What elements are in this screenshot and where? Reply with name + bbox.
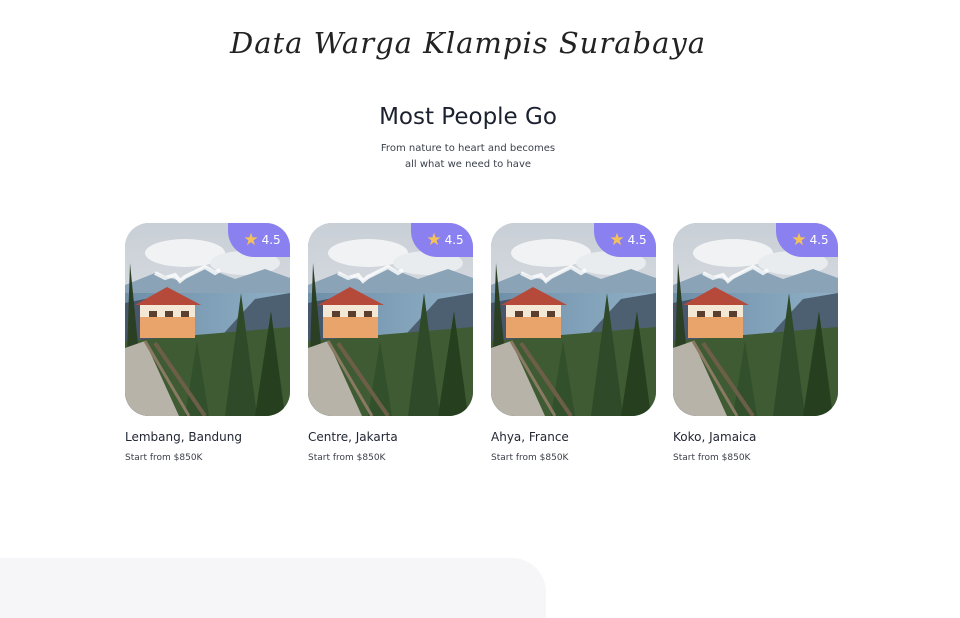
card-title[interactable]: Centre, Jakarta	[308, 430, 473, 444]
card-price: Start from $850K	[673, 453, 751, 463]
card-title[interactable]: Ahya, France	[491, 430, 656, 444]
brand-title: Data Warga Klampis Surabaya	[229, 26, 707, 60]
star-icon: ★	[791, 229, 807, 250]
card-title[interactable]: Koko, Jamaica	[673, 430, 838, 444]
destination-card[interactable]: ★ 4.5 Koko, Jamaica Start from $850K	[673, 223, 838, 463]
star-icon: ★	[426, 229, 442, 250]
section-title: Most People Go	[379, 104, 557, 130]
rating-value: 4.5	[444, 233, 464, 247]
section-subtitle: From nature to heart and becomes all wha…	[0, 141, 936, 173]
destination-card[interactable]: ★ 4.5 Ahya, France Start from $850K	[491, 223, 656, 463]
destination-photo[interactable]: ★ 4.5	[491, 223, 656, 416]
destination-photo[interactable]: ★ 4.5	[308, 223, 473, 416]
star-icon: ★	[609, 229, 625, 250]
card-title[interactable]: Lembang, Bandung	[125, 430, 290, 444]
subtitle-line: From nature to heart and becomes	[380, 143, 556, 154]
bottom-panel	[0, 558, 546, 618]
rating-value: 4.5	[627, 233, 647, 247]
star-icon: ★	[243, 229, 259, 250]
destination-card[interactable]: ★ 4.5 Centre, Jakarta Start from $850K	[308, 223, 473, 463]
card-price: Start from $850K	[125, 453, 203, 463]
card-price: Start from $850K	[308, 453, 386, 463]
card-price: Start from $850K	[491, 453, 569, 463]
rating-value: 4.5	[261, 233, 281, 247]
destination-photo[interactable]: ★ 4.5	[125, 223, 290, 416]
subtitle-line: all what we need to have	[404, 159, 532, 170]
destination-photo[interactable]: ★ 4.5	[673, 223, 838, 416]
destination-card[interactable]: ★ 4.5 Lembang, Bandung Start from $850K	[125, 223, 290, 463]
rating-value: 4.5	[809, 233, 829, 247]
